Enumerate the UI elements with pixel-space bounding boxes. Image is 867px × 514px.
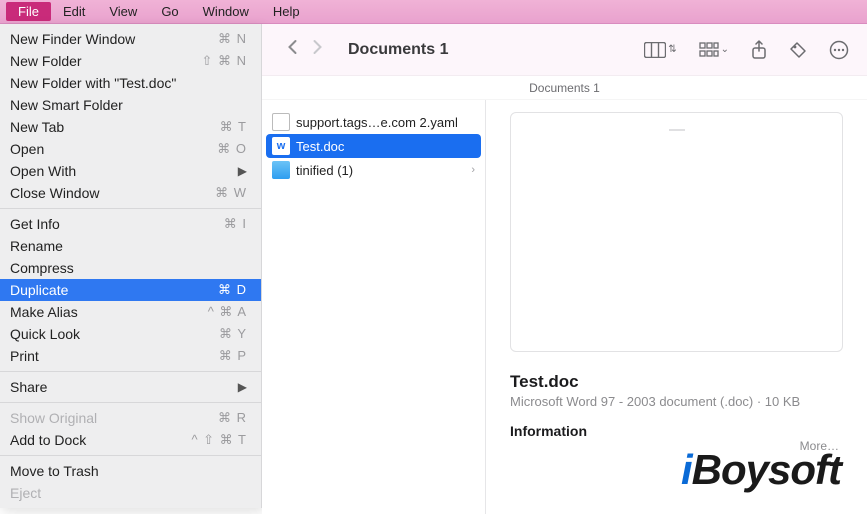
path-bar[interactable]: Documents 1: [262, 76, 867, 100]
preview-thumbnail[interactable]: [510, 112, 843, 352]
chevron-right-icon: ▶: [238, 164, 247, 178]
file-name: Test.doc: [296, 139, 344, 154]
file-menu-dropdown: New Finder Window⌘ N New Folder⇧ ⌘ N New…: [0, 24, 262, 508]
menu-new-finder-window[interactable]: New Finder Window⌘ N: [0, 28, 261, 50]
preview-more-link[interactable]: More…: [510, 439, 843, 453]
menu-open[interactable]: Open⌘ O: [0, 138, 261, 160]
menu-compress[interactable]: Compress: [0, 257, 261, 279]
menu-new-tab[interactable]: New Tab⌘ T: [0, 116, 261, 138]
preview-meta: Microsoft Word 97 - 2003 document (.doc)…: [510, 394, 843, 409]
menu-quick-look[interactable]: Quick Look⌘ Y: [0, 323, 261, 345]
menubar: File Edit View Go Window Help: [0, 0, 867, 24]
file-list-column: support.tags…e.com 2.yaml w Test.doc tin…: [262, 100, 486, 514]
chevron-right-icon: ▶: [238, 380, 247, 394]
preview-filename: Test.doc: [510, 372, 843, 392]
menu-new-smart-folder[interactable]: New Smart Folder: [0, 94, 261, 116]
menu-print[interactable]: Print⌘ P: [0, 345, 261, 367]
group-button[interactable]: ⌄: [699, 42, 729, 58]
file-doc-icon: w: [272, 137, 290, 155]
toolbar: Documents 1 ⇅ ⌄: [262, 24, 867, 76]
menu-separator: [0, 402, 261, 403]
menu-duplicate[interactable]: Duplicate⌘ D: [0, 279, 261, 301]
more-button[interactable]: [829, 40, 849, 60]
menu-separator: [0, 455, 261, 456]
menu-edit[interactable]: Edit: [51, 2, 97, 21]
menu-eject: Eject: [0, 482, 261, 504]
columns-icon: [644, 42, 666, 58]
back-button[interactable]: [280, 38, 305, 62]
menu-close-window[interactable]: Close Window⌘ W: [0, 182, 261, 204]
window-title: Documents 1: [348, 41, 448, 59]
menu-separator: [0, 371, 261, 372]
forward-button[interactable]: [305, 38, 330, 62]
menu-go[interactable]: Go: [149, 2, 190, 21]
path-segment[interactable]: Documents 1: [529, 81, 600, 95]
preview-information-heading: Information: [510, 423, 843, 439]
tags-button[interactable]: [789, 41, 807, 59]
updown-icon: ⇅: [668, 44, 676, 55]
file-row[interactable]: support.tags…e.com 2.yaml: [262, 110, 485, 134]
menu-file[interactable]: File: [6, 2, 51, 21]
ellipsis-circle-icon: [829, 40, 849, 60]
file-name: support.tags…e.com 2.yaml: [296, 115, 458, 130]
file-yaml-icon: [272, 113, 290, 131]
folder-icon: [272, 161, 290, 179]
content-area: support.tags…e.com 2.yaml w Test.doc tin…: [262, 100, 867, 514]
menu-show-original: Show Original⌘ R: [0, 407, 261, 429]
menu-new-folder[interactable]: New Folder⇧ ⌘ N: [0, 50, 261, 72]
menu-get-info[interactable]: Get Info⌘ I: [0, 213, 261, 235]
menu-open-with[interactable]: Open With▶: [0, 160, 261, 182]
menu-rename[interactable]: Rename: [0, 235, 261, 257]
chevron-down-icon: ⌄: [721, 44, 729, 55]
menu-make-alias[interactable]: Make Alias^ ⌘ A: [0, 301, 261, 323]
share-icon: [751, 40, 767, 60]
menu-new-folder-with[interactable]: New Folder with "Test.doc": [0, 72, 261, 94]
menu-help[interactable]: Help: [261, 2, 312, 21]
tag-icon: [789, 41, 807, 59]
preview-column: Test.doc Microsoft Word 97 - 2003 docume…: [486, 100, 867, 514]
menu-view[interactable]: View: [97, 2, 149, 21]
menu-add-to-dock[interactable]: Add to Dock^ ⇧ ⌘ T: [0, 429, 261, 451]
file-row[interactable]: tinified (1) ›: [262, 158, 485, 182]
chevron-right-icon: ›: [471, 164, 475, 176]
chevron-right-icon: [311, 38, 324, 56]
chevron-left-icon: [286, 38, 299, 56]
menu-share[interactable]: Share▶: [0, 376, 261, 398]
grid-icon: [699, 42, 719, 58]
file-name: tinified (1): [296, 163, 353, 178]
menu-window[interactable]: Window: [191, 2, 261, 21]
share-button[interactable]: [751, 40, 767, 60]
file-row[interactable]: w Test.doc: [266, 134, 481, 158]
menu-separator: [0, 208, 261, 209]
menu-move-to-trash[interactable]: Move to Trash: [0, 460, 261, 482]
view-columns-button[interactable]: ⇅: [644, 42, 676, 58]
